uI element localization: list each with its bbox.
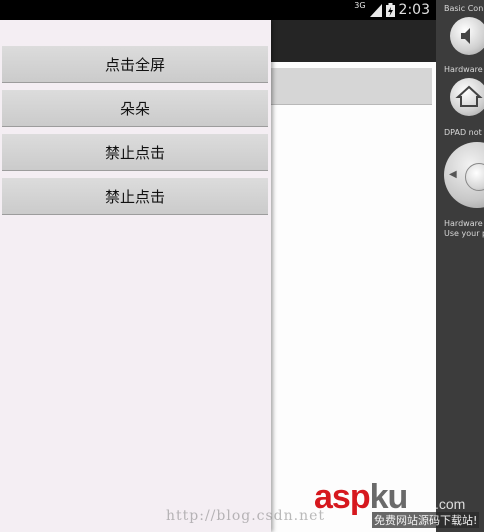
network-type-label: 3G xyxy=(354,1,366,10)
house-icon xyxy=(455,85,483,107)
volume-icon[interactable] xyxy=(450,17,484,55)
duoduo-button[interactable]: 朵朵 xyxy=(2,90,268,127)
use-your-label: Use your p xyxy=(444,229,484,238)
disable-click-button-1[interactable]: 禁止点击 xyxy=(2,134,268,171)
phone-screen: 3G 2:03 点击全屏 朵朵 禁止点击 禁止点击 http://blog.cs… xyxy=(0,0,436,532)
speaker-icon xyxy=(461,28,470,44)
hardware-label-1: Hardware xyxy=(444,65,483,74)
home-icon[interactable] xyxy=(450,78,484,116)
watermark-logo-ku: ku xyxy=(369,478,409,516)
dpad-control[interactable]: ◀ xyxy=(444,142,484,208)
watermark-url: http://blog.csdn.net xyxy=(166,508,326,524)
dpad-label: DPAD not xyxy=(444,128,482,137)
basic-controls-label: Basic Con xyxy=(444,4,484,13)
dpad-left-arrow-icon[interactable]: ◀ xyxy=(449,169,457,180)
emulator-controls-panel: Basic Con Hardware DPAD not ◀ Hardware U… xyxy=(436,0,484,532)
fullscreen-button[interactable]: 点击全屏 xyxy=(2,46,268,83)
dpad-center-button[interactable] xyxy=(465,163,484,191)
watermark-logo-asp: asp xyxy=(314,478,371,516)
watermark-domain: .com xyxy=(435,496,466,512)
status-bar: 3G 2:03 xyxy=(0,0,436,20)
signal-icon xyxy=(369,3,382,17)
hardware-label-2: Hardware xyxy=(444,219,483,228)
battery-icon xyxy=(385,3,395,17)
disable-click-button-2[interactable]: 禁止点击 xyxy=(2,178,268,215)
clock: 2:03 xyxy=(398,2,430,18)
status-icons: 3G 2:03 xyxy=(354,0,430,20)
watermark-tagline: 免费网站源码下载站! xyxy=(372,512,480,528)
navigation-drawer: 点击全屏 朵朵 禁止点击 禁止点击 xyxy=(0,20,271,532)
